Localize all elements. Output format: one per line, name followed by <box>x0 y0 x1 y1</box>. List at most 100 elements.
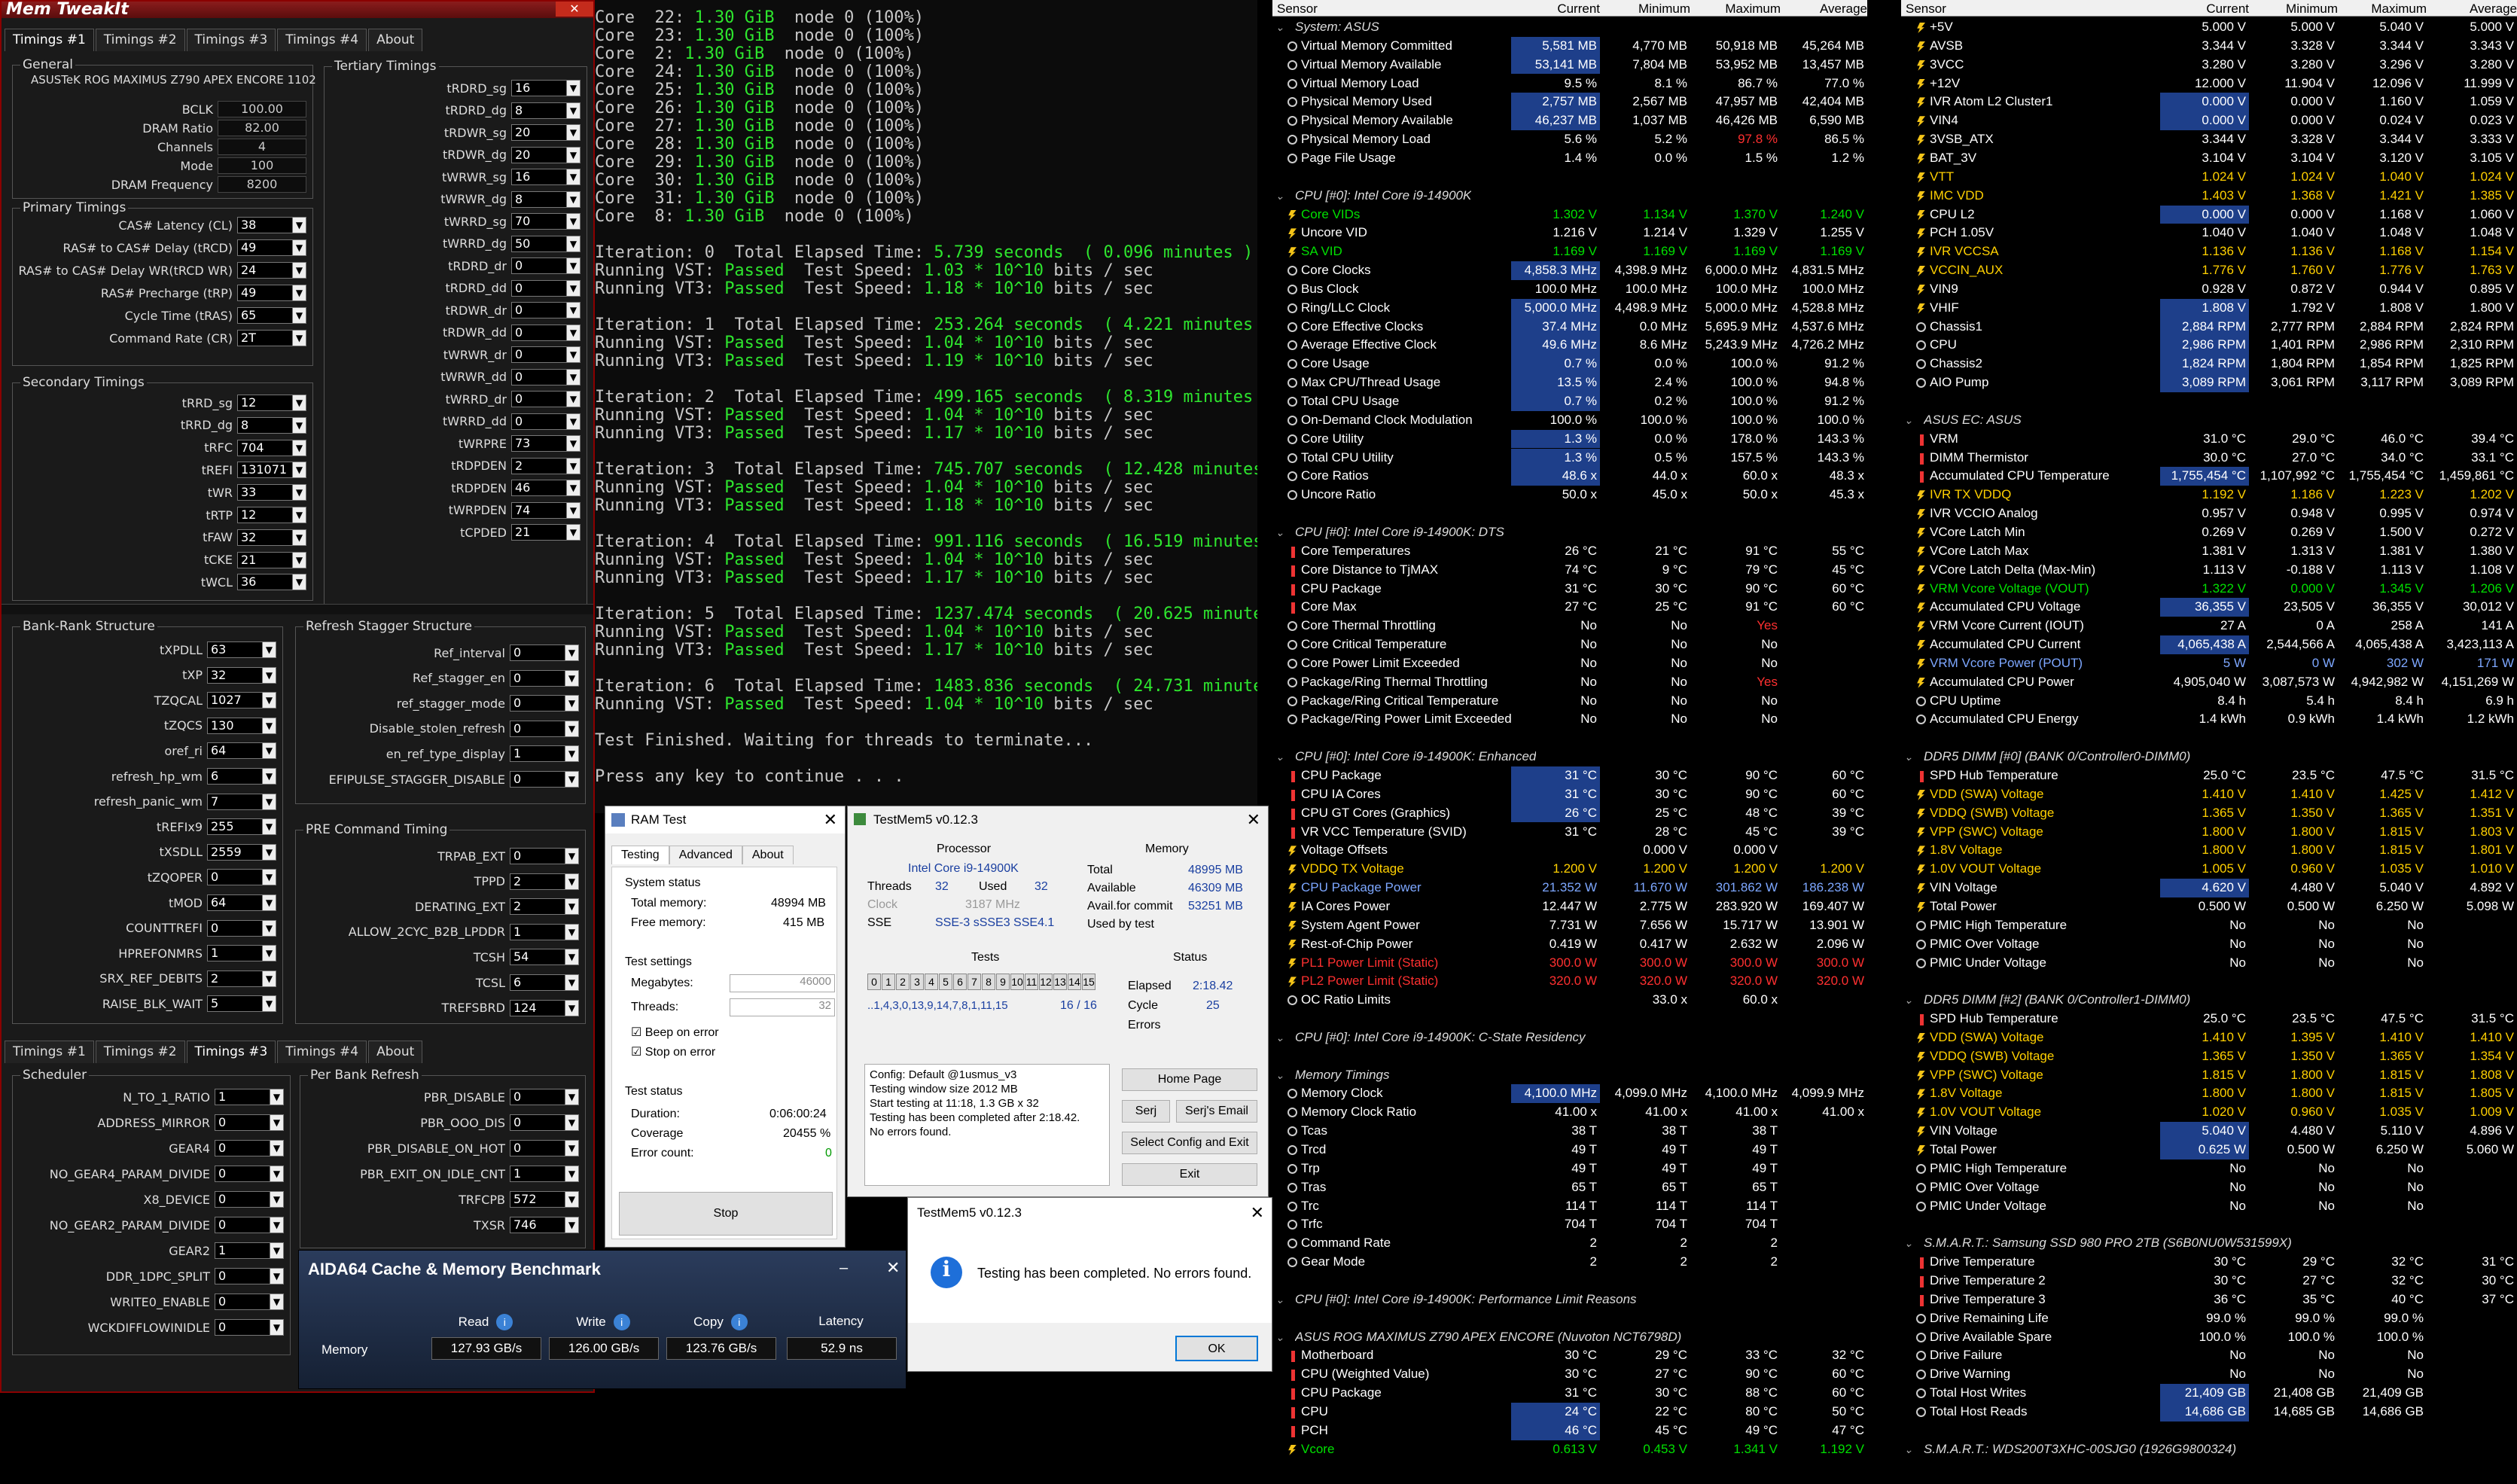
sensor-row[interactable] <box>1901 972 2517 991</box>
sensor-row[interactable]: CPU Package 31 °C 30 °C 90 °C 60 °C <box>1272 580 1867 599</box>
sensor-row[interactable]: VR VCC Temperature (SVID) 31 °C 28 °C 45 °C… <box>1272 823 1867 842</box>
chevron-down-icon[interactable]: ▼ <box>292 440 306 456</box>
timing-select[interactable]: 63 ▼ <box>207 641 276 658</box>
sensor-row[interactable]: Gear Mode 2 2 2 <box>1272 1253 1867 1272</box>
home-page-button[interactable]: Home Page <box>1122 1068 1257 1091</box>
timing-select[interactable]: 0 ▼ <box>511 368 580 385</box>
sensor-row[interactable]: Accumulated CPU Voltage 36,355 V 23,505 V 3… <box>1901 598 2517 617</box>
chevron-down-icon[interactable]: ▼ <box>566 480 580 495</box>
timing-select[interactable]: 65 ▼ <box>237 307 306 324</box>
timing-select[interactable]: 20 ▼ <box>511 124 580 141</box>
sensor-row[interactable]: CPU Package 31 °C 30 °C 90 °C 60 °C <box>1272 766 1867 785</box>
chevron-down-icon[interactable]: ▼ <box>565 1089 578 1105</box>
chevron-down-icon[interactable]: ▼ <box>565 924 578 940</box>
close-icon[interactable]: ✕ <box>824 806 837 833</box>
sensor-row[interactable]: IA Cores Power 12.447 W 2.775 W 283.920 W 16… <box>1272 897 1867 916</box>
sensor-group[interactable]: ⌄ S.M.A.R.T.: Samsung SSD 980 PRO 2TB (S6… <box>1901 1234 2517 1253</box>
sensor-row[interactable]: 3VCC 3.280 V 3.280 V 3.296 V 3.280 V <box>1901 56 2517 75</box>
sensor-row[interactable]: Package/Ring Thermal Throttling No No Yes <box>1272 673 1867 692</box>
sensor-row[interactable]: Core Power Limit Exceeded No No No <box>1272 654 1867 673</box>
timing-select[interactable]: 1 ▼ <box>510 923 579 940</box>
sensor-row[interactable]: VDDQ (SWB) Voltage 1.365 V 1.350 V 1.365 V 1… <box>1901 804 2517 823</box>
timing-select[interactable]: 2 ▼ <box>510 873 579 890</box>
sensor-row[interactable]: VPP (SWC) Voltage 1.800 V 1.800 V 1.815 V 1.… <box>1901 823 2517 842</box>
timing-select[interactable]: 16 ▼ <box>511 80 580 96</box>
chevron-down-icon[interactable]: ▼ <box>566 502 580 518</box>
sensor-row[interactable]: Total Host Reads 14,686 GB 14,685 GB 14,686… <box>1901 1402 2517 1422</box>
chevron-down-icon[interactable]: ▼ <box>270 1115 283 1130</box>
sensor-row[interactable]: Drive Failure No No No <box>1901 1346 2517 1365</box>
tab-timings-1[interactable]: Timings #1 <box>5 1041 94 1063</box>
sensor-row[interactable]: PMIC Over Voltage No No No <box>1901 935 2517 954</box>
chevron-down-icon[interactable]: ▼ <box>292 240 306 255</box>
sensor-row[interactable]: PMIC Under Voltage No No No <box>1901 954 2517 973</box>
sensor-row[interactable]: Physical Memory Available 46,237 MB 1,037 … <box>1272 111 1867 131</box>
tab-advanced[interactable]: Advanced <box>669 846 742 864</box>
timing-select[interactable]: 0 ▼ <box>215 1191 284 1208</box>
sensor-row[interactable]: VDDQ TX Voltage 1.200 V 1.200 V 1.200 V 1.20… <box>1272 860 1867 879</box>
exit-button[interactable]: Exit <box>1122 1163 1257 1186</box>
timing-select[interactable]: 0 ▼ <box>510 720 579 737</box>
sensor-row[interactable] <box>1901 1215 2517 1234</box>
sensor-row[interactable] <box>1272 504 1867 523</box>
tab-about[interactable]: About <box>368 29 423 51</box>
sensor-group[interactable]: ⌄ System: ASUS <box>1272 18 1867 37</box>
sensor-row[interactable]: Chassis2 1,824 RPM 1,804 RPM 1,854 RPM 1,825… <box>1901 355 2517 374</box>
chevron-down-icon[interactable]: ▼ <box>566 303 580 318</box>
sensor-row[interactable]: Core Max 27 °C 25 °C 91 °C 60 °C <box>1272 598 1867 617</box>
chevron-down-icon[interactable]: ▼ <box>566 413 580 429</box>
chevron-down-icon[interactable]: ▼ <box>270 1217 283 1233</box>
chevron-down-icon[interactable]: ⌄ <box>1904 748 1913 766</box>
sensor-row[interactable] <box>1901 729 2517 748</box>
sensor-row[interactable]: Core Temperatures 26 °C 21 °C 91 °C 55 °C <box>1272 542 1867 561</box>
timing-select[interactable]: 1 ▼ <box>215 1089 284 1105</box>
sensor-group[interactable]: ⌄ CPU [#0]: Intel Core i9-14900K: Perform… <box>1272 1291 1867 1309</box>
chevron-down-icon[interactable]: ▼ <box>270 1141 283 1156</box>
sensor-row[interactable]: OC Ratio Limits 33.0 x 60.0 x <box>1272 991 1867 1010</box>
chevron-down-icon[interactable]: ▼ <box>565 746 578 762</box>
timing-select[interactable]: 1 ▼ <box>207 945 276 962</box>
chevron-down-icon[interactable]: ▼ <box>270 1269 283 1284</box>
timing-select[interactable]: 20 ▼ <box>511 146 580 163</box>
chevron-down-icon[interactable]: ▼ <box>262 946 276 961</box>
sensor-row[interactable] <box>1901 392 2517 411</box>
threads-input[interactable]: 32 <box>730 998 835 1016</box>
sensor-row[interactable] <box>1272 1047 1867 1066</box>
info-icon[interactable]: i <box>613 1314 630 1330</box>
sensor-row[interactable]: Rest-of-Chip Power 0.419 W 0.417 W 2.632 W 2… <box>1272 935 1867 954</box>
timing-select[interactable]: 0 ▼ <box>215 1294 284 1310</box>
sensor-row[interactable]: Total CPU Utility 1.3 % 0.5 % 157.5 % 143.3 … <box>1272 448 1867 468</box>
timing-select[interactable]: 255 ▼ <box>207 818 276 836</box>
sensor-row[interactable]: Memory Clock 4,100.0 MHz 4,099.0 MHz 4,100.… <box>1272 1084 1867 1104</box>
chevron-down-icon[interactable]: ⌄ <box>1275 1066 1284 1085</box>
column-header[interactable]: Minimum <box>2270 2 2338 17</box>
chevron-down-icon[interactable]: ⌄ <box>1904 1440 1913 1459</box>
sensor-row[interactable]: 1.0V VOUT Voltage 1.005 V 0.960 V 1.035 V 1.… <box>1901 860 2517 879</box>
sensor-row[interactable]: Motherboard 30 °C 29 °C 33 °C 32 °C <box>1272 1346 1867 1365</box>
sensor-row[interactable]: Command Rate 2 2 2 <box>1272 1234 1867 1253</box>
chevron-down-icon[interactable]: ▼ <box>292 218 306 233</box>
sensor-row[interactable]: CPU 24 °C 22 °C 80 °C 50 °C <box>1272 1402 1867 1422</box>
sensor-row[interactable]: Drive Temperature 3 36 °C 35 °C 40 °C 37 °C <box>1901 1291 2517 1309</box>
sensor-row[interactable]: Core Critical Temperature No No No <box>1272 635 1867 654</box>
timing-select[interactable]: 64 ▼ <box>207 894 276 911</box>
chevron-down-icon[interactable]: ▼ <box>566 436 580 451</box>
timing-select[interactable]: 0 ▼ <box>510 771 579 788</box>
timing-select[interactable]: 130 ▼ <box>207 717 276 734</box>
timing-select[interactable]: 0 ▼ <box>511 413 580 430</box>
chevron-down-icon[interactable]: ▼ <box>292 507 306 523</box>
sensor-row[interactable] <box>1901 1422 2517 1440</box>
chevron-down-icon[interactable]: ▼ <box>262 844 276 860</box>
sensor-row[interactable]: VRM Vcore Power (POUT) 5 W 0 W 302 W 171 W <box>1901 654 2517 673</box>
sensor-row[interactable]: Package/Ring Power Limit Exceeded No No No <box>1272 710 1867 729</box>
chevron-down-icon[interactable]: ▼ <box>565 1115 578 1130</box>
sensor-row[interactable]: On-Demand Clock Modulation 100.0 % 100.0 %… <box>1272 411 1867 430</box>
sensor-row[interactable] <box>1272 168 1867 187</box>
chevron-down-icon[interactable]: ▼ <box>292 529 306 545</box>
tab-timings-4[interactable]: Timings #4 <box>277 1041 367 1063</box>
close-icon[interactable]: ✕ <box>886 1258 900 1278</box>
tab-timings-2[interactable]: Timings #2 <box>95 29 185 51</box>
sensor-row[interactable] <box>1272 729 1867 748</box>
tab-timings-3[interactable]: Timings #3 <box>186 29 276 51</box>
sensor-row[interactable]: Core Distance to TjMAX 74 °C 9 °C 79 °C 45 °… <box>1272 561 1867 580</box>
